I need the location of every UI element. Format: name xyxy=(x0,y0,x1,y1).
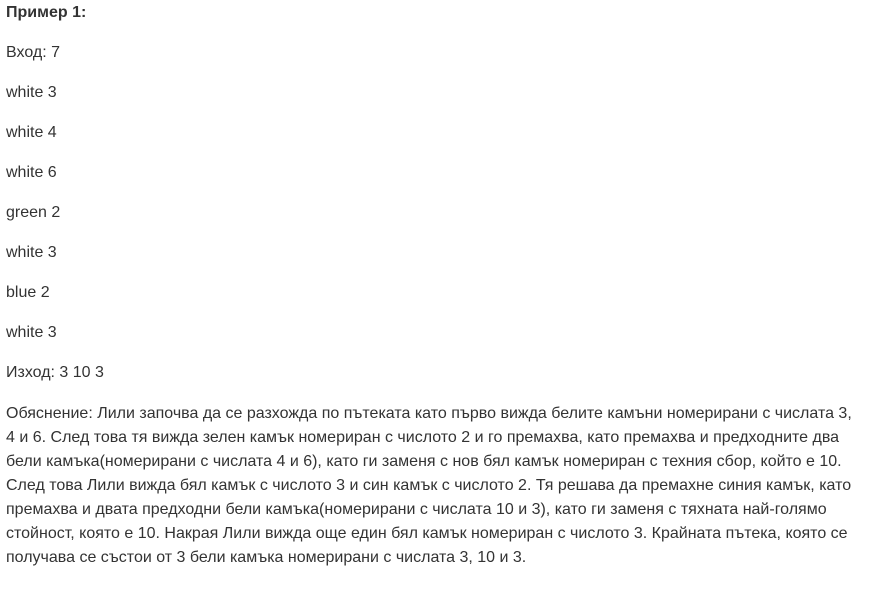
stone-line: white 4 xyxy=(6,124,57,141)
example-title: Пример 1: xyxy=(6,4,87,21)
explanation-paragraph: Обяснение: Лили започва да се разхожда п… xyxy=(6,405,852,566)
stone-line: green 2 xyxy=(6,204,61,221)
stone-line: white 3 xyxy=(6,84,57,101)
stone-line: white 3 xyxy=(6,244,57,261)
output-line: Изход: 3 10 3 xyxy=(6,364,104,381)
stone-line: blue 2 xyxy=(6,284,50,301)
stone-line: white 6 xyxy=(6,164,57,181)
input-line: Вход: 7 xyxy=(6,44,60,61)
example-document: Пример 1: Вход: 7 white 3 white 4 white … xyxy=(0,0,871,591)
stone-line: white 3 xyxy=(6,324,57,341)
